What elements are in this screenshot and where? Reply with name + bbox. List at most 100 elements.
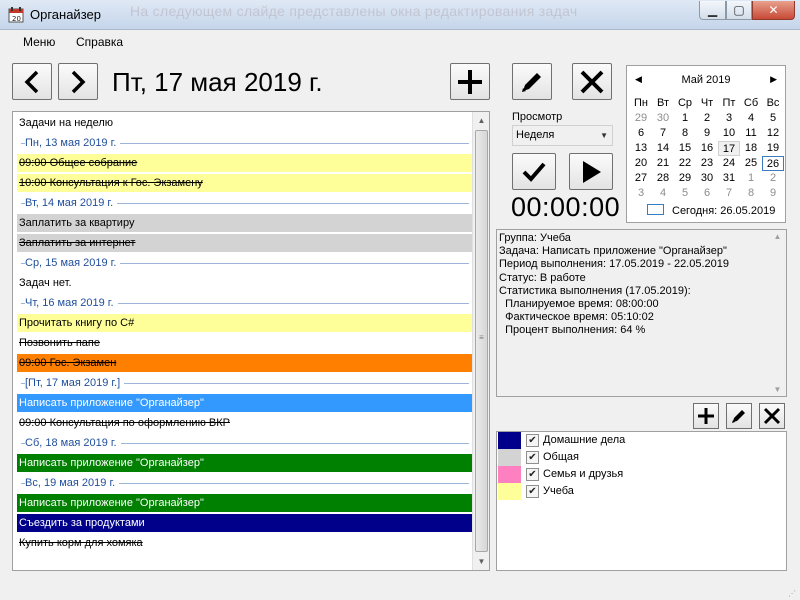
calendar-day[interactable]: 22 xyxy=(674,156,696,171)
details-scrollbar[interactable]: ▲ ▼ xyxy=(769,230,786,396)
calendar-day[interactable]: 31 xyxy=(718,171,740,186)
calendar-day[interactable]: 20 xyxy=(630,156,652,171)
calendar-day[interactable]: 13 xyxy=(630,141,652,156)
calendar-next-month-icon[interactable]: ▶ xyxy=(770,74,777,85)
menu-item-help[interactable]: Справка xyxy=(76,35,123,49)
calendar-day[interactable]: 29 xyxy=(674,171,696,186)
previous-day-button[interactable] xyxy=(12,63,52,100)
task-row[interactable]: Написать приложение "Органайзер" xyxy=(17,494,473,512)
calendar-today-link[interactable]: Сегодня: 26.05.2019 xyxy=(647,204,775,217)
calendar-day[interactable]: 19 xyxy=(762,141,784,156)
day-header: Чт, 16 мая 2019 г. xyxy=(17,294,473,312)
task-row[interactable]: 09:00 Общее собрание xyxy=(17,154,473,172)
scroll-up-icon[interactable]: ▲ xyxy=(473,112,489,129)
calendar-day[interactable]: 15 xyxy=(674,141,696,156)
add-task-button[interactable] xyxy=(450,63,490,100)
task-list-scrollbar[interactable]: ▲ ≡ ▼ xyxy=(472,112,489,570)
calendar-day[interactable]: 3 xyxy=(630,186,652,201)
calendar-day[interactable]: 5 xyxy=(674,186,696,201)
calendar-day[interactable]: 21 xyxy=(652,156,674,171)
task-row[interactable]: Купить корм для хомяка xyxy=(17,534,473,552)
task-row[interactable]: Заплатить за квартиру xyxy=(17,214,473,232)
task-row[interactable]: 10:00 Консультация к Гос. Экзамену xyxy=(17,174,473,192)
calendar-day[interactable]: 6 xyxy=(696,186,718,201)
group-item[interactable]: ✔ Учеба xyxy=(498,483,785,500)
group-checkbox[interactable]: ✔ xyxy=(526,451,539,464)
calendar-day[interactable]: 14 xyxy=(652,141,674,156)
task-row[interactable]: 09:00 Консультация по оформлению ВКР xyxy=(17,414,473,432)
scroll-down-icon[interactable]: ▼ xyxy=(769,385,786,394)
calendar-day[interactable]: 4 xyxy=(740,111,762,126)
next-day-button[interactable] xyxy=(58,63,98,100)
task-row[interactable]: Заплатить за интернет xyxy=(17,234,473,252)
calendar-day[interactable]: 11 xyxy=(740,126,762,141)
calendar-day[interactable]: 1 xyxy=(740,171,762,186)
calendar-day[interactable]: 27 xyxy=(630,171,652,186)
close-icon: ✕ xyxy=(768,3,779,17)
task-details-box[interactable]: Группа: Учеба Задача: Написать приложение… xyxy=(496,229,787,397)
calendar-day[interactable]: 2 xyxy=(696,111,718,126)
task-row[interactable]: Написать приложение "Органайзер" xyxy=(17,454,473,472)
delete-group-button[interactable] xyxy=(759,403,785,429)
scroll-up-icon[interactable]: ▲ xyxy=(769,232,786,241)
calendar-day[interactable]: 3 xyxy=(718,111,740,126)
minimize-button[interactable]: ▁ xyxy=(699,1,726,20)
calendar-day[interactable]: 25 xyxy=(740,156,762,171)
month-calendar[interactable]: ◀ Май 2019 ▶ Пн Вт Ср Чт Пт Сб Вс 29 30 1 2 3 4 5 6 7 8 9… xyxy=(626,65,786,223)
calendar-day[interactable]: 28 xyxy=(652,171,674,186)
task-row[interactable]: 09:00 Гос. Экзамен xyxy=(17,354,473,372)
task-list[interactable]: Задачи на неделю Пн, 13 мая 2019 г. 09:00 … xyxy=(12,111,490,571)
edit-task-button[interactable] xyxy=(512,63,552,100)
calendar-weekday: Пн xyxy=(634,97,648,109)
edit-group-button[interactable] xyxy=(726,403,752,429)
calendar-day[interactable]: 30 xyxy=(696,171,718,186)
calendar-day[interactable]: 16 xyxy=(696,141,718,156)
calendar-day[interactable]: 10 xyxy=(718,126,740,141)
calendar-day[interactable]: 9 xyxy=(762,186,784,201)
add-group-button[interactable] xyxy=(693,403,719,429)
calendar-day[interactable]: 7 xyxy=(718,186,740,201)
calendar-day[interactable]: 12 xyxy=(762,126,784,141)
group-list[interactable]: ✔ Домашние дела ✔ Общая ✔ Семья и друзья ✔ Учеб… xyxy=(496,431,787,571)
maximize-button[interactable]: ▢ xyxy=(726,1,752,20)
group-color-swatch xyxy=(498,432,521,449)
group-checkbox[interactable]: ✔ xyxy=(526,468,539,481)
calendar-day[interactable]: 29 xyxy=(630,111,652,126)
group-item[interactable]: ✔ Общая xyxy=(498,449,785,466)
calendar-day[interactable]: 18 xyxy=(740,141,762,156)
resize-grip-icon[interactable]: ⋰ xyxy=(788,590,796,598)
view-mode-value: Неделя xyxy=(516,129,555,141)
calendar-day[interactable]: 9 xyxy=(696,126,718,141)
group-item[interactable]: ✔ Семья и друзья xyxy=(498,466,785,483)
close-window-button[interactable]: ✕ xyxy=(752,1,795,20)
delete-task-button[interactable] xyxy=(572,63,612,100)
calendar-day[interactable]: 8 xyxy=(740,186,762,201)
calendar-day[interactable]: 6 xyxy=(630,126,652,141)
group-item[interactable]: ✔ Домашние дела xyxy=(498,432,785,449)
calendar-day[interactable]: 1 xyxy=(674,111,696,126)
scroll-down-icon[interactable]: ▼ xyxy=(473,553,489,570)
start-timer-button[interactable] xyxy=(569,153,613,190)
complete-task-button[interactable] xyxy=(512,153,556,190)
calendar-day[interactable]: 5 xyxy=(762,111,784,126)
group-checkbox[interactable]: ✔ xyxy=(526,485,539,498)
calendar-day[interactable]: 17 xyxy=(718,141,740,156)
task-row[interactable]: Задач нет. xyxy=(17,274,473,292)
view-mode-select[interactable]: Неделя ▼ xyxy=(512,125,613,146)
organizer-app-icon: 20 xyxy=(8,7,24,23)
calendar-day[interactable]: 8 xyxy=(674,126,696,141)
task-row[interactable]: Написать приложение "Органайзер" xyxy=(17,394,473,412)
scroll-thumb[interactable]: ≡ xyxy=(475,130,488,552)
calendar-day[interactable]: 4 xyxy=(652,186,674,201)
task-row[interactable]: Съездить за продуктами xyxy=(17,514,473,532)
menu-item-main[interactable]: Меню xyxy=(23,35,55,49)
calendar-day[interactable]: 23 xyxy=(696,156,718,171)
group-checkbox[interactable]: ✔ xyxy=(526,434,539,447)
calendar-day[interactable]: 26 xyxy=(762,156,784,171)
task-row[interactable]: Позвонить папе xyxy=(17,334,473,352)
calendar-day[interactable]: 2 xyxy=(762,171,784,186)
calendar-day[interactable]: 24 xyxy=(718,156,740,171)
task-row[interactable]: Прочитать книгу по C# xyxy=(17,314,473,332)
calendar-day[interactable]: 7 xyxy=(652,126,674,141)
calendar-day[interactable]: 30 xyxy=(652,111,674,126)
